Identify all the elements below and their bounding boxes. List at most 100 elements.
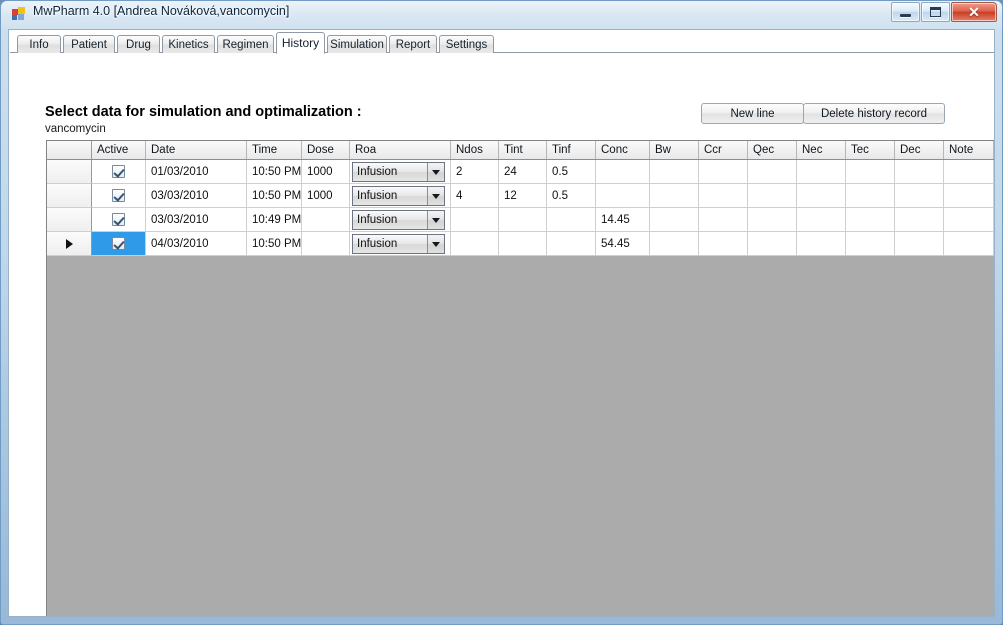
column-header-time[interactable]: Time [247,141,302,159]
cell-ndos[interactable] [451,208,499,232]
column-header-nec[interactable]: Nec [797,141,846,159]
cell-conc[interactable]: 54.45 [596,232,650,256]
cell-tint[interactable] [499,208,547,232]
column-header-conc[interactable]: Conc [596,141,650,159]
cell-active-checkbox[interactable] [92,232,146,256]
cell-tinf[interactable]: 0.5 [547,184,596,208]
column-header-ndos[interactable]: Ndos [451,141,499,159]
cell-qec[interactable] [748,232,797,256]
cell-date[interactable]: 03/03/2010 [146,184,247,208]
cell-qec[interactable] [748,184,797,208]
minimize-button[interactable] [891,2,920,22]
cell-date[interactable]: 03/03/2010 [146,208,247,232]
history-data-grid[interactable]: Active Date Time Dose Roa Ndos Tint Tinf Conc Bw C… [46,140,994,616]
tab-kinetics[interactable]: Kinetics [162,35,215,53]
tab-regimen[interactable]: Regimen [217,35,274,53]
cell-active-checkbox[interactable] [92,160,146,184]
cell-roa-combobox[interactable]: Infusion [350,184,451,208]
cell-date[interactable]: 01/03/2010 [146,160,247,184]
column-header-active[interactable]: Active [92,141,146,159]
cell-dose[interactable] [302,208,350,232]
cell-note[interactable] [944,232,994,256]
roa-combobox[interactable]: Infusion [352,234,445,254]
cell-bw[interactable] [650,160,699,184]
row-header-cell[interactable] [47,184,92,208]
tab-drug[interactable]: Drug [117,35,160,53]
table-row[interactable]: 01/03/2010 10:50 PM 1000 Infusion 2 24 0.5 [47,160,994,184]
roa-combobox[interactable]: Infusion [352,162,445,182]
column-header-dose[interactable]: Dose [302,141,350,159]
column-header-dec[interactable]: Dec [895,141,944,159]
tab-history[interactable]: History [276,32,325,54]
cell-tec[interactable] [846,184,895,208]
cell-tint[interactable] [499,232,547,256]
cell-dec[interactable] [895,184,944,208]
cell-tec[interactable] [846,208,895,232]
column-header-roa[interactable]: Roa [350,141,451,159]
cell-ndos[interactable]: 4 [451,184,499,208]
cell-ccr[interactable] [699,208,748,232]
cell-note[interactable] [944,160,994,184]
column-header-qec[interactable]: Qec [748,141,797,159]
column-header-note[interactable]: Note [944,141,994,159]
cell-time[interactable]: 10:50 PM [247,232,302,256]
tab-patient[interactable]: Patient [63,35,115,53]
column-header-rowheader[interactable] [47,141,92,159]
cell-qec[interactable] [748,208,797,232]
cell-ccr[interactable] [699,184,748,208]
cell-dose[interactable] [302,232,350,256]
chevron-down-icon[interactable] [427,187,444,205]
chevron-down-icon[interactable] [427,235,444,253]
cell-note[interactable] [944,208,994,232]
table-row[interactable]: 04/03/2010 10:50 PM Infusion 54.45 [47,232,994,256]
cell-dose[interactable]: 1000 [302,160,350,184]
row-header-cell[interactable] [47,160,92,184]
cell-bw[interactable] [650,184,699,208]
cell-ccr[interactable] [699,232,748,256]
checkbox-checked-icon[interactable] [112,213,125,226]
cell-conc[interactable] [596,184,650,208]
cell-conc[interactable] [596,160,650,184]
cell-ndos[interactable] [451,232,499,256]
cell-tinf[interactable] [547,208,596,232]
cell-roa-combobox[interactable]: Infusion [350,208,451,232]
cell-tinf[interactable] [547,232,596,256]
cell-tint[interactable]: 24 [499,160,547,184]
cell-dec[interactable] [895,160,944,184]
column-header-tint[interactable]: Tint [499,141,547,159]
cell-note[interactable] [944,184,994,208]
column-header-bw[interactable]: Bw [650,141,699,159]
cell-active-checkbox[interactable] [92,208,146,232]
title-bar[interactable]: MwPharm 4.0 [Andrea Nováková,vancomycin]… [0,0,1003,27]
tab-settings[interactable]: Settings [439,35,494,53]
column-header-ccr[interactable]: Ccr [699,141,748,159]
chevron-down-icon[interactable] [427,211,444,229]
cell-nec[interactable] [797,208,846,232]
tab-report[interactable]: Report [389,35,437,53]
cell-time[interactable]: 10:50 PM [247,160,302,184]
table-row[interactable]: 03/03/2010 10:50 PM 1000 Infusion 4 12 0.5 [47,184,994,208]
checkbox-checked-icon[interactable] [112,165,125,178]
cell-time[interactable]: 10:49 PM [247,208,302,232]
column-header-tinf[interactable]: Tinf [547,141,596,159]
row-header-cell[interactable] [47,232,92,256]
cell-roa-combobox[interactable]: Infusion [350,160,451,184]
checkbox-checked-icon[interactable] [112,189,125,202]
table-row[interactable]: 03/03/2010 10:49 PM Infusion 14.45 [47,208,994,232]
cell-tec[interactable] [846,160,895,184]
cell-tec[interactable] [846,232,895,256]
tab-info[interactable]: Info [17,35,61,53]
delete-history-record-button[interactable]: Delete history record [803,103,945,124]
checkbox-checked-icon[interactable] [112,237,125,250]
cell-conc[interactable]: 14.45 [596,208,650,232]
cell-nec[interactable] [797,160,846,184]
row-header-cell[interactable] [47,208,92,232]
cell-active-checkbox[interactable] [92,184,146,208]
cell-roa-combobox[interactable]: Infusion [350,232,451,256]
close-button[interactable]: ✕ [951,2,997,22]
cell-tint[interactable]: 12 [499,184,547,208]
cell-bw[interactable] [650,232,699,256]
cell-date[interactable]: 04/03/2010 [146,232,247,256]
cell-dec[interactable] [895,232,944,256]
tab-simulation[interactable]: Simulation [327,35,387,53]
